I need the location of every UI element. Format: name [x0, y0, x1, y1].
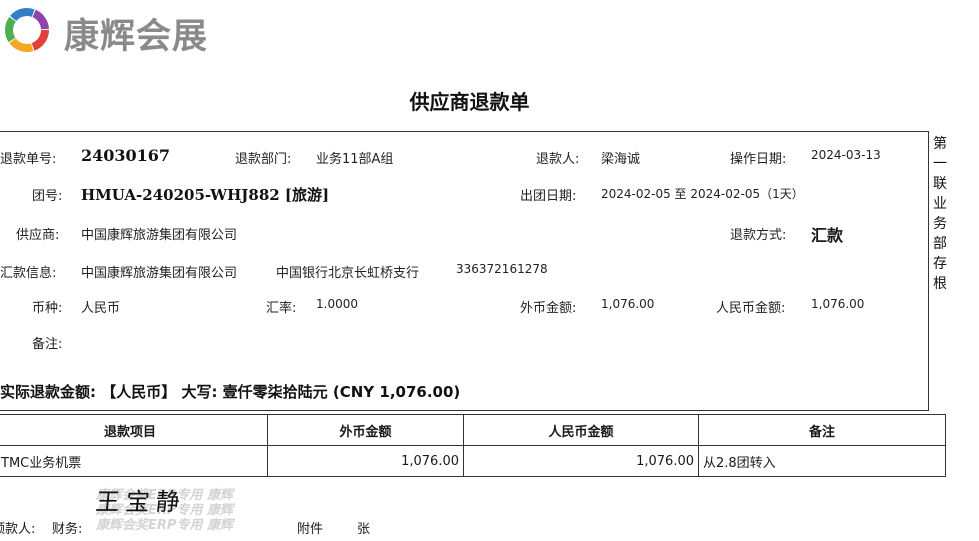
rmb-amount-label: 人民币金额:	[716, 301, 786, 316]
department: 业务11部A组	[316, 152, 394, 167]
remit-bank: 中国银行北京长虹桥支行	[276, 266, 420, 281]
group-no: HMUA-240205-WHJ882 [旅游]	[81, 186, 330, 204]
refund-items-table: 退款项目 外币金额 人民币金额 备注 TMC业务机票 1,076.00 1,07…	[0, 414, 946, 477]
rate-label: 汇率:	[266, 301, 297, 316]
supplier-label: 供应商:	[16, 228, 60, 243]
group-no-label: 团号:	[32, 189, 63, 204]
total-amount-line: 实际退款金额: 【人民币】 大写: 壹仟零柒拾陆元 (CNY 1,076.00)	[0, 383, 461, 401]
rmb-amount: 1,076.00	[811, 297, 865, 311]
remit-company: 中国康辉旅游集团有限公司	[81, 266, 238, 281]
currency-label: 币种:	[32, 301, 63, 316]
table-cell-foreign: 1,076.00	[267, 445, 464, 477]
finance-label: 财务:	[52, 522, 83, 537]
refunder: 梁海诚	[601, 152, 641, 167]
recipient-label: 领款人:	[0, 522, 36, 537]
foreign-amount-label: 外币金额:	[520, 301, 577, 316]
currency: 人民币	[81, 301, 121, 316]
refund-no-label: 退款单号:	[0, 152, 57, 167]
table-cell-remark: 从2.8团转入	[698, 445, 946, 477]
table-cell-rmb: 1,076.00	[463, 445, 699, 477]
table-cell-item: TMC业务机票	[0, 445, 268, 477]
op-date: 2024-03-13	[811, 148, 881, 162]
table-header: 备注	[698, 414, 946, 446]
handwritten-signature: 王宝静	[94, 488, 188, 516]
table-header: 外币金额	[267, 414, 464, 446]
depart-date-label: 出团日期:	[520, 189, 577, 204]
page-title: 供应商退款单	[409, 90, 530, 114]
stub-label: 第一联业务部存根	[933, 136, 947, 292]
table-header: 退款项目	[0, 414, 268, 446]
table-header-row: 退款项目 外币金额 人民币金额 备注	[0, 414, 946, 446]
op-date-label: 操作日期:	[730, 152, 787, 167]
attachment-label: 附件	[297, 522, 324, 537]
method: 汇款	[811, 226, 844, 245]
logo-icon	[5, 8, 49, 52]
supplier: 中国康辉旅游集团有限公司	[81, 228, 238, 243]
method-label: 退款方式:	[730, 228, 787, 243]
brand-name: 康辉会展	[64, 17, 209, 57]
refund-no: 24030167	[81, 146, 171, 165]
depart-date: 2024-02-05 至 2024-02-05（1天）	[601, 187, 804, 201]
remit-account: 336372161278	[456, 262, 548, 276]
foreign-amount: 1,076.00	[601, 297, 655, 311]
sheets-label: 张	[357, 522, 371, 537]
remit-label: 汇款信息:	[0, 266, 57, 281]
table-row: TMC业务机票 1,076.00 1,076.00 从2.8团转入	[0, 445, 946, 477]
refunder-label: 退款人:	[536, 152, 580, 167]
rate: 1.0000	[316, 297, 358, 311]
department-label: 退款部门:	[235, 152, 292, 167]
remark-label: 备注:	[32, 337, 63, 352]
table-header: 人民币金额	[463, 414, 699, 446]
